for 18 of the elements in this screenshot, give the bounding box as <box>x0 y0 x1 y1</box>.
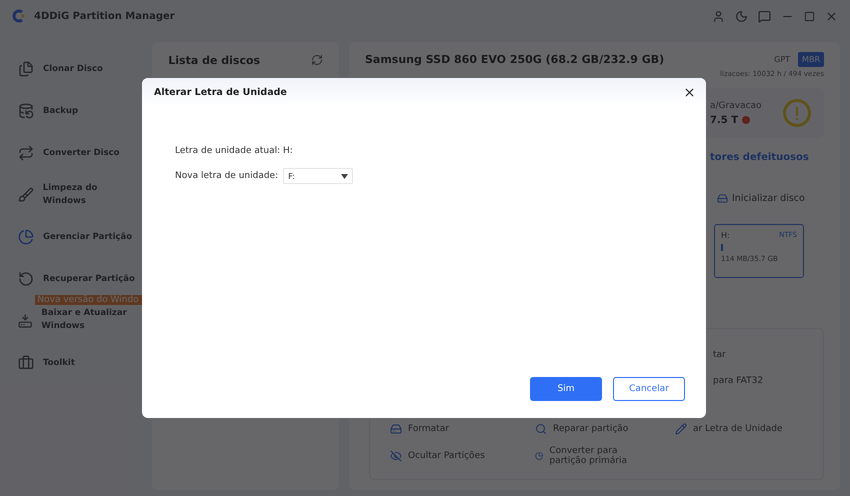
sidebar-label: Clonar Disco <box>43 62 103 76</box>
sidebar-label: Recuperar Partição <box>43 272 135 286</box>
sidebar-label: Backup <box>43 104 78 118</box>
current-letter-text: Letra de unidade atual: H: <box>175 146 294 156</box>
panel-title: Lista de discos <box>168 54 260 67</box>
new-letter-label: Nova letra de unidade: <box>175 171 278 181</box>
disk-name: Samsung SSD 860 EVO 250G (68.2 GB/232.9 GB) <box>365 53 664 66</box>
partition-letter: H: <box>721 231 730 240</box>
sidebar-label: Baixar e Atualizar Windows <box>41 307 128 333</box>
app-title: 4DDiG Partition Manager <box>34 10 176 22</box>
new-version-badge: Nova versão do Windo <box>35 295 142 305</box>
sidebar-label: Toolkit <box>43 356 75 370</box>
sidebar-label: Limpeza do Windows <box>42 182 98 208</box>
sidebar-label: Converter Disco <box>43 146 120 160</box>
sidebar-label: Gerenciar Partição <box>43 230 132 244</box>
stat-value: 7.5 T <box>710 114 738 126</box>
stat-label: a/Gravacao <box>710 100 762 110</box>
dialog-title: Alterar Letra de Unidade <box>154 86 287 98</box>
